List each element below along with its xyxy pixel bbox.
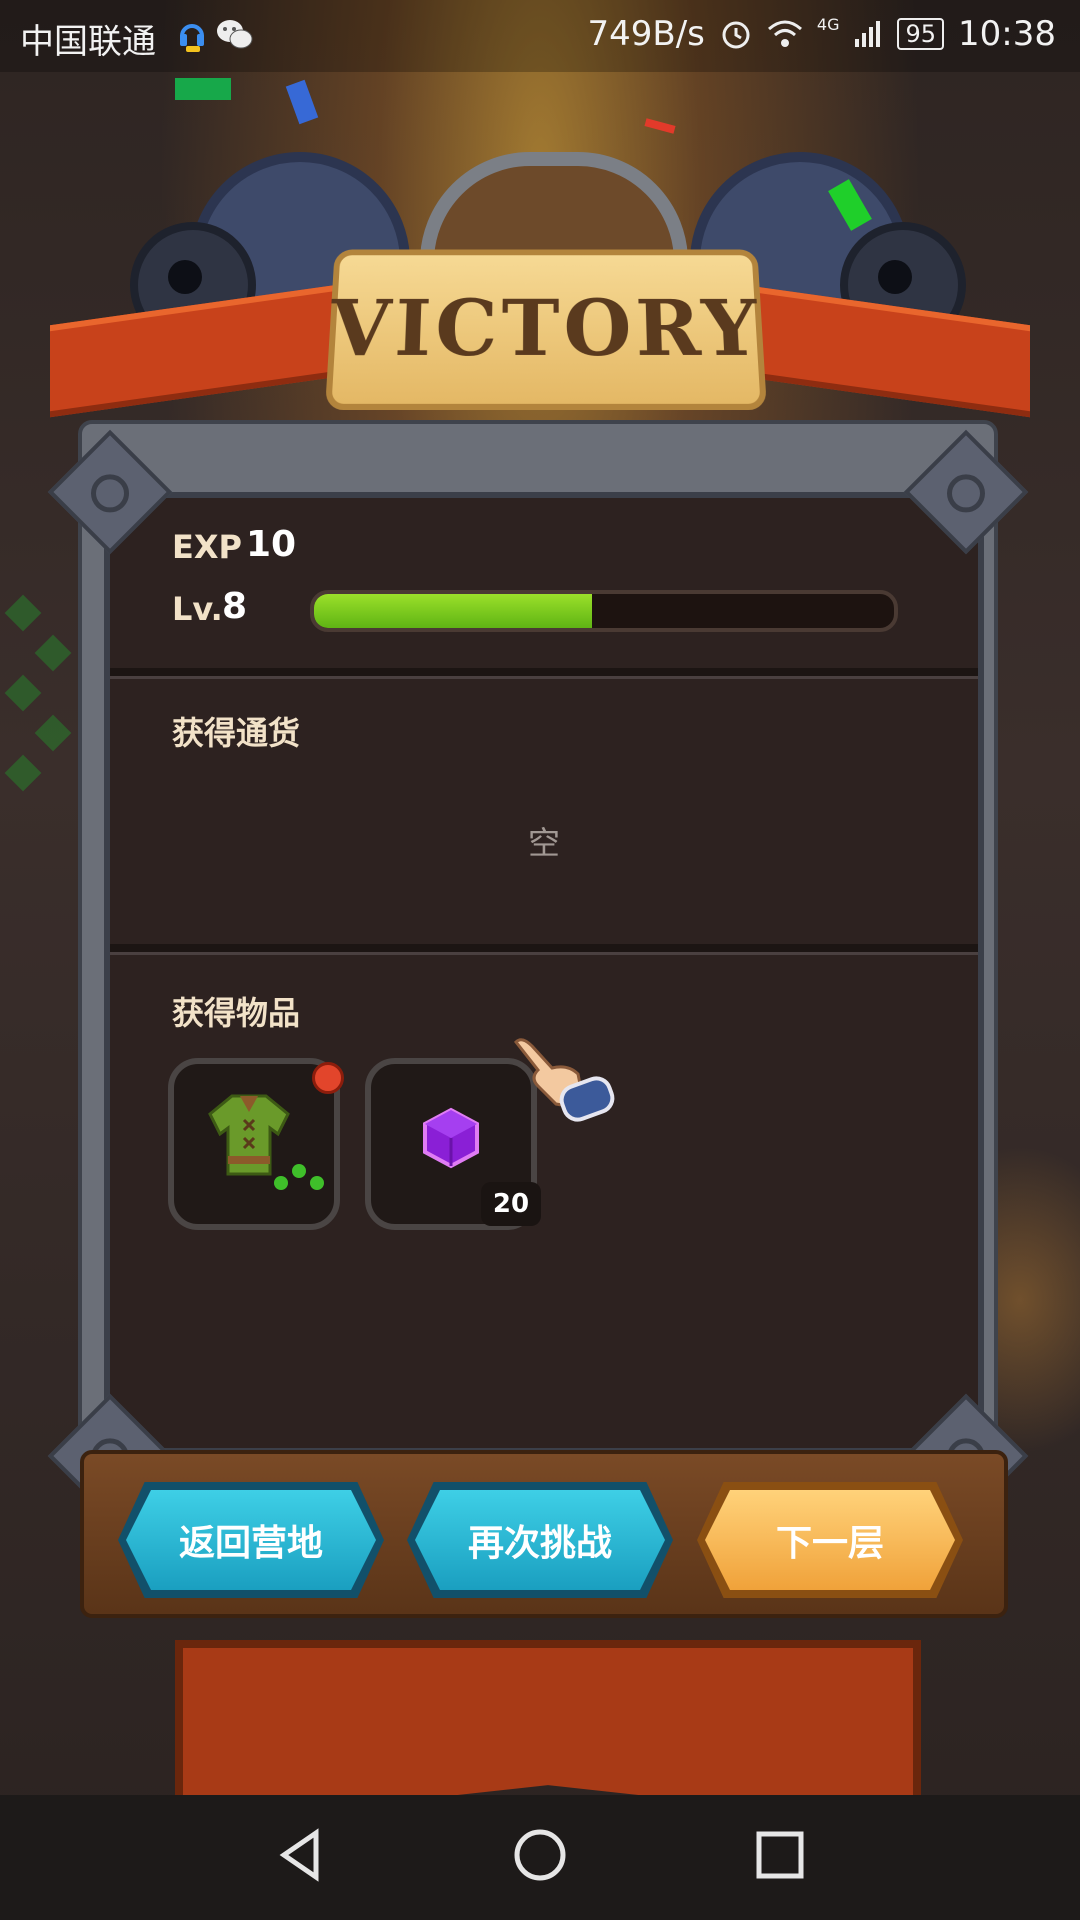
net-speed: 749B/s xyxy=(587,14,705,54)
rarity-badge-icon xyxy=(312,1062,344,1094)
clock: 10:38 xyxy=(958,14,1056,54)
confetti-red xyxy=(644,118,676,134)
background-tiles xyxy=(0,580,90,840)
level-value: 8 xyxy=(222,586,248,627)
signal-icon xyxy=(855,21,881,47)
alarm-icon xyxy=(722,21,750,49)
result-panel: EXP 10 Lv. 8 获得通货 空 获得物品 20 xyxy=(47,420,1029,1519)
wechat-icon xyxy=(217,20,253,49)
currency-empty-text: 空 xyxy=(527,824,560,862)
divider-2 xyxy=(110,944,978,955)
items-section-title: 获得物品 xyxy=(172,994,301,1032)
carrier-name: 中国联通 xyxy=(20,22,156,62)
next-floor-button[interactable]: 下一层 xyxy=(705,1490,955,1590)
purple-cube-icon xyxy=(423,1107,479,1169)
return-camp-button[interactable]: 返回营地 xyxy=(126,1490,376,1590)
result-panel-inner: EXP 10 Lv. 8 获得通货 空 获得物品 20 xyxy=(104,492,984,1454)
level-label: Lv. xyxy=(172,590,223,628)
network-type: 4G xyxy=(816,14,840,34)
retry-button[interactable]: 再次挑战 xyxy=(415,1490,665,1590)
currency-section-title: 获得通货 xyxy=(172,714,301,752)
status-left-icons xyxy=(178,18,254,54)
home-icon[interactable] xyxy=(510,1825,570,1885)
confetti-green xyxy=(175,78,231,100)
exp-progress-bar xyxy=(310,590,898,632)
recents-icon[interactable] xyxy=(750,1825,810,1885)
headset-icon xyxy=(180,24,204,52)
divider-1 xyxy=(110,668,978,679)
back-icon[interactable] xyxy=(270,1825,330,1885)
exp-value: 10 xyxy=(246,524,297,565)
navigation-bar xyxy=(0,1795,1080,1920)
confetti-blue xyxy=(285,79,319,125)
item-count-badge: 20 xyxy=(481,1182,541,1226)
exp-progress-fill xyxy=(314,594,593,628)
exp-label: EXP xyxy=(172,528,242,566)
victory-banner: VICTORY xyxy=(325,249,767,411)
status-right: 749B/s 4G 95 10:38 xyxy=(588,14,1057,54)
victory-title: VICTORY xyxy=(327,283,765,374)
tutorial-pointer-hand-icon xyxy=(513,1038,615,1122)
wifi-icon xyxy=(767,20,802,47)
item-slot-tunic[interactable] xyxy=(168,1058,344,1230)
socket-gems-icon xyxy=(274,1164,334,1194)
battery-icon: 95 xyxy=(897,18,945,50)
status-bar: 中国联通 749B/s 4G 95 10:38 xyxy=(0,0,1080,72)
